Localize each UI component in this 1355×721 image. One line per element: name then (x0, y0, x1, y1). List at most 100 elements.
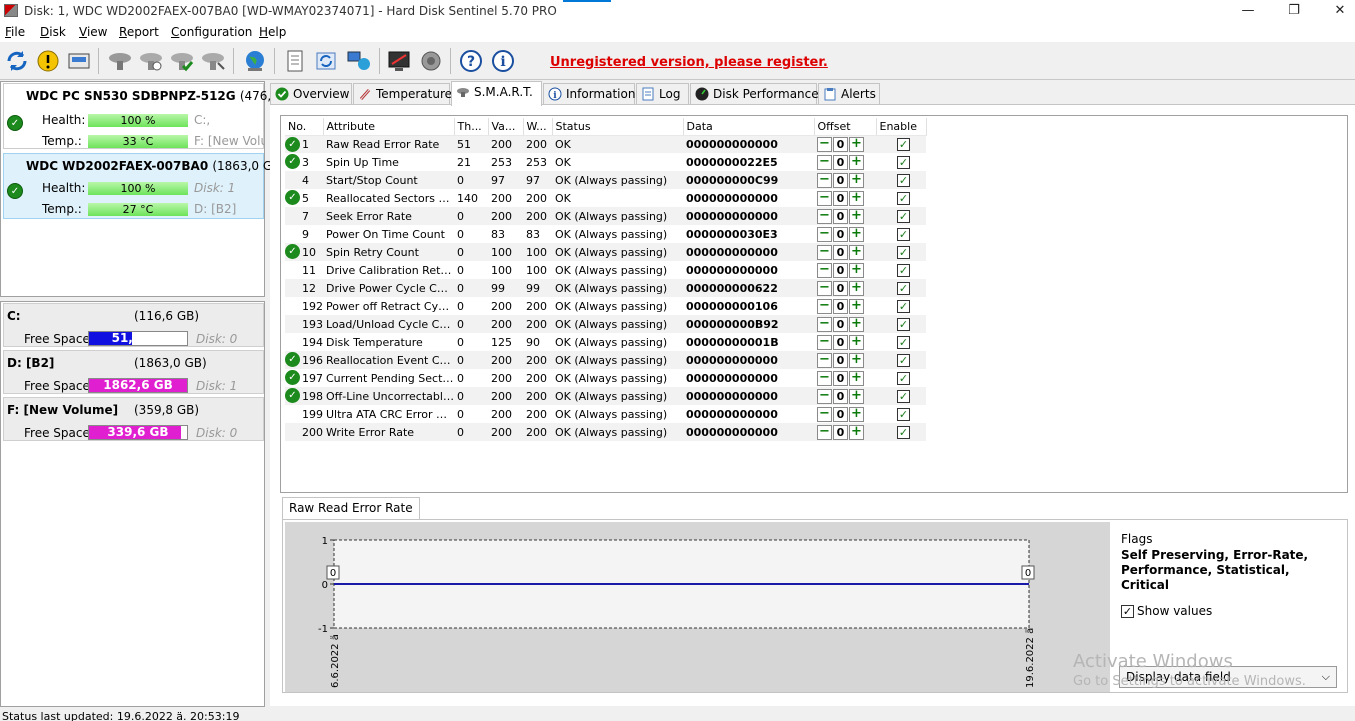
menu-file[interactable]: File (5, 25, 25, 39)
enable-checkbox[interactable]: ✓ (897, 155, 910, 169)
plus-button[interactable]: + (849, 136, 864, 152)
offset-value[interactable]: 0 (833, 388, 848, 404)
menu-configuration[interactable]: Configuration (171, 25, 252, 39)
help-icon[interactable]: ? (457, 47, 485, 75)
enable-checkbox[interactable]: ✓ (897, 209, 910, 223)
offset-value[interactable]: 0 (833, 352, 848, 368)
minus-button[interactable]: − (817, 388, 832, 404)
disk-item-0[interactable]: WDC PC SN530 SDBPNPZ-512G (476,9 GB) ✓ H… (3, 83, 305, 149)
close-button[interactable]: ✕ (1317, 0, 1355, 22)
minus-button[interactable]: − (817, 406, 832, 422)
table-row[interactable]: 193 Load/Unload Cycle Cou... 0 200 200 OK (Al… (285, 315, 926, 333)
table-row[interactable]: ✓ 1 Raw Read Error Rate 51 200 200 OK 000000000… (285, 135, 926, 153)
minus-button[interactable]: − (817, 154, 832, 170)
col-worst[interactable]: W... (523, 118, 553, 136)
disk-report-icon[interactable] (65, 47, 93, 75)
warning-icon[interactable] (34, 47, 62, 75)
minus-button[interactable]: − (817, 352, 832, 368)
plus-button[interactable]: + (849, 226, 864, 242)
offset-value[interactable]: 0 (833, 424, 848, 440)
table-row[interactable]: 9 Power On Time Count 0 83 83 OK (Always pass… (285, 225, 926, 243)
minus-button[interactable]: − (817, 370, 832, 386)
col-no[interactable]: No. (285, 118, 324, 136)
offset-value[interactable]: 0 (833, 280, 848, 296)
enable-checkbox[interactable]: ✓ (897, 425, 910, 439)
menu-help[interactable]: Help (259, 25, 286, 39)
enable-checkbox[interactable]: ✓ (897, 317, 910, 331)
offset-value[interactable]: 0 (833, 244, 848, 260)
tab-information[interactable]: i Information (543, 83, 635, 105)
drive-gray-icon[interactable] (106, 47, 134, 75)
minus-button[interactable]: − (817, 226, 832, 242)
enable-checkbox[interactable]: ✓ (897, 299, 910, 313)
table-row[interactable]: ✓ 198 Off-Line Uncorrectable ... 0 200 200 OK … (285, 387, 926, 405)
plus-button[interactable]: + (849, 154, 864, 170)
volume-item-d[interactable]: D: [B2] (1863,0 GB) Free Space 1862,6 GB… (3, 350, 264, 394)
speaker-icon[interactable] (417, 47, 445, 75)
offset-value[interactable]: 0 (833, 154, 848, 170)
offset-value[interactable]: 0 (833, 262, 848, 278)
col-data[interactable]: Data (683, 118, 815, 136)
menu-report[interactable]: Report (119, 25, 159, 39)
document-icon[interactable] (281, 47, 309, 75)
tab-temperature[interactable]: Temperature (353, 83, 452, 105)
plus-button[interactable]: + (849, 370, 864, 386)
minus-button[interactable]: − (817, 280, 832, 296)
plus-button[interactable]: + (849, 406, 864, 422)
enable-checkbox[interactable]: ✓ (897, 245, 910, 259)
enable-checkbox[interactable]: ✓ (897, 407, 910, 421)
minus-button[interactable]: − (817, 424, 832, 440)
sync-icon[interactable] (312, 47, 340, 75)
table-row[interactable]: 192 Power off Retract Cycle ... 0 200 200 OK … (285, 297, 926, 315)
table-row[interactable]: ✓ 10 Spin Retry Count 0 100 100 OK (Always pas… (285, 243, 926, 261)
register-link[interactable]: Unregistered version, please register. (550, 55, 828, 70)
col-value[interactable]: Va... (488, 118, 524, 136)
offset-value[interactable]: 0 (833, 298, 848, 314)
plus-button[interactable]: + (849, 244, 864, 260)
plus-button[interactable]: + (849, 298, 864, 314)
monitor-icon[interactable] (386, 47, 414, 75)
refresh-icon[interactable] (3, 47, 31, 75)
restore-button[interactable]: ❐ (1271, 0, 1317, 22)
drive-check-icon[interactable] (168, 47, 196, 75)
col-threshold[interactable]: Th... (454, 118, 489, 136)
plus-button[interactable]: + (849, 316, 864, 332)
offset-value[interactable]: 0 (833, 370, 848, 386)
enable-checkbox[interactable]: ✓ (897, 173, 910, 187)
show-values-checkbox[interactable]: ✓ Show values (1121, 604, 1212, 618)
minus-button[interactable]: − (817, 298, 832, 314)
enable-checkbox[interactable]: ✓ (897, 281, 910, 295)
offset-value[interactable]: 0 (833, 208, 848, 224)
table-row[interactable]: ✓ 197 Current Pending Sector... 0 200 200 OK (… (285, 369, 926, 387)
menu-disk[interactable]: Disk (40, 25, 66, 39)
offset-value[interactable]: 0 (833, 334, 848, 350)
tab-overview[interactable]: Overview (270, 83, 352, 105)
table-row[interactable]: ✓ 196 Reallocation Event Count 0 200 200 OK (A… (285, 351, 926, 369)
table-row[interactable]: ✓ 5 Reallocated Sectors Co... 140 200 200 OK 00… (285, 189, 926, 207)
minus-button[interactable]: − (817, 208, 832, 224)
offset-value[interactable]: 0 (833, 136, 848, 152)
plus-button[interactable]: + (849, 352, 864, 368)
minus-button[interactable]: − (817, 316, 832, 332)
plus-button[interactable]: + (849, 262, 864, 278)
table-row[interactable]: 7 Seek Error Rate 0 200 200 OK (Always passin… (285, 207, 926, 225)
table-row[interactable]: 199 Ultra ATA CRC Error Co... 0 200 200 OK (A… (285, 405, 926, 423)
tab-log[interactable]: Log (636, 83, 689, 105)
tab-disk-performance[interactable]: Disk Performance (690, 83, 819, 105)
network-icon[interactable] (345, 47, 373, 75)
enable-checkbox[interactable]: ✓ (897, 137, 910, 151)
enable-checkbox[interactable]: ✓ (897, 335, 910, 349)
plus-button[interactable]: + (849, 190, 864, 206)
minus-button[interactable]: − (817, 244, 832, 260)
table-row[interactable]: 12 Drive Power Cycle Count 0 99 99 OK (Always… (285, 279, 926, 297)
plus-button[interactable]: + (849, 424, 864, 440)
minus-button[interactable]: − (817, 334, 832, 350)
col-attribute[interactable]: Attribute (323, 118, 455, 136)
tab-smart[interactable]: S.M.A.R.T. (451, 81, 542, 106)
minus-button[interactable]: − (817, 172, 832, 188)
enable-checkbox[interactable]: ✓ (897, 353, 910, 367)
offset-value[interactable]: 0 (833, 406, 848, 422)
plus-button[interactable]: + (849, 208, 864, 224)
col-offset[interactable]: Offset (814, 118, 877, 136)
graph-tab[interactable]: Raw Read Error Rate (282, 497, 420, 519)
